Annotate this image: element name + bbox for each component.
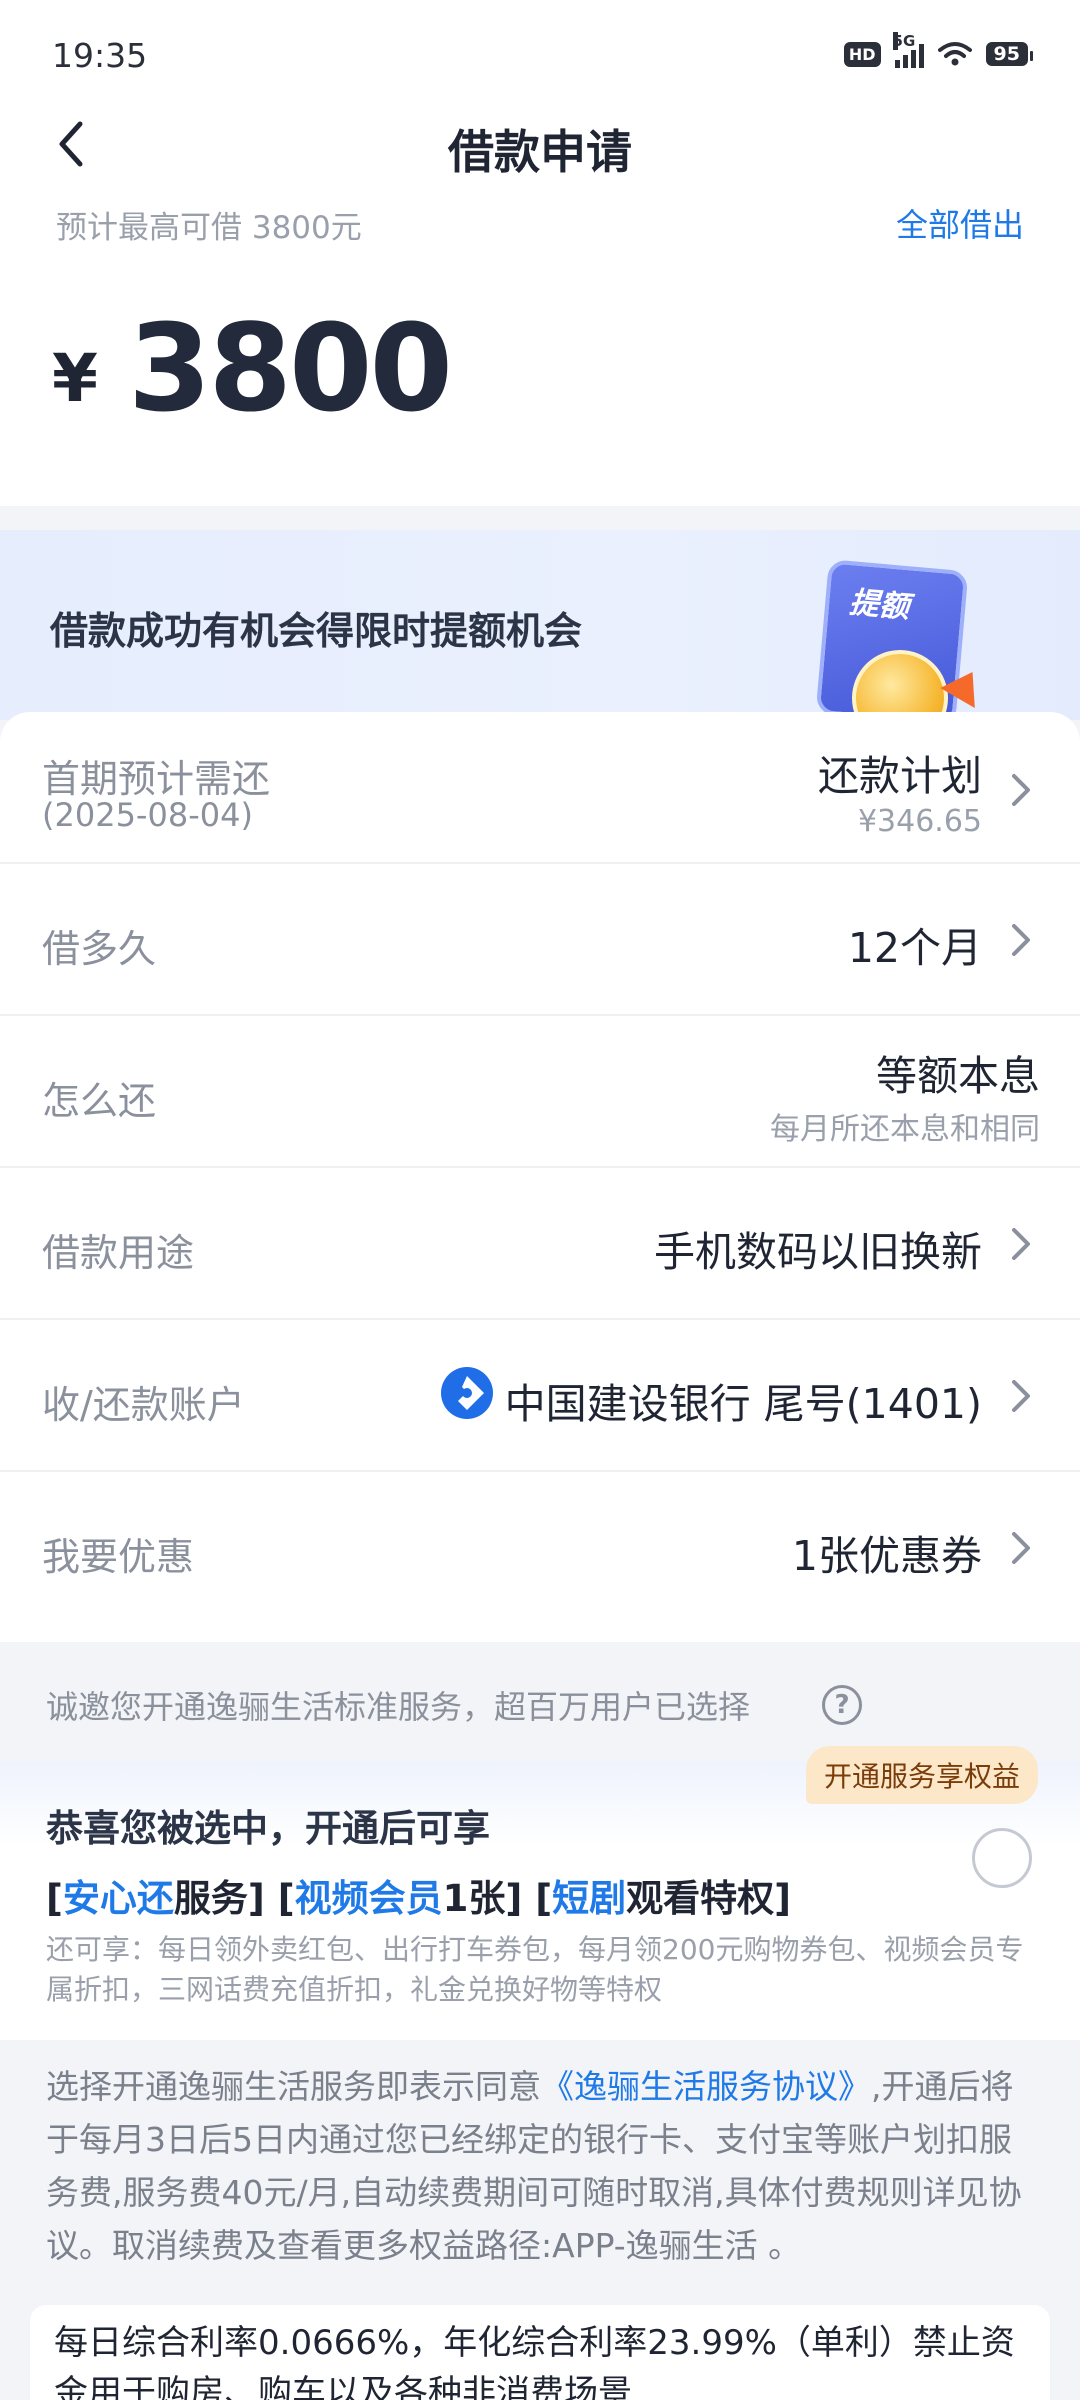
wifi-icon xyxy=(937,42,972,66)
service-invite-text: 诚邀您开通逸骊生活标准服务，超百万用户已选择 xyxy=(46,1688,751,1726)
network-type: 5G xyxy=(892,32,916,50)
chevron-right-icon xyxy=(1012,1228,1030,1260)
first-payment-amount: ¥346.65 xyxy=(857,804,982,839)
max-amount-hint: 预计最高可借 3800元 xyxy=(56,210,362,246)
first-payment-label: 首期预计需还 xyxy=(42,757,271,801)
bracket: [ xyxy=(535,1877,553,1920)
row-first-payment[interactable]: 首期预计需还 (2025-08-04) 还款计划 ¥346.65 xyxy=(0,712,1080,864)
method-label: 怎么还 xyxy=(42,1079,157,1123)
row-purpose[interactable]: 借款用途 手机数码以旧换新 xyxy=(0,1168,1080,1320)
header: 借款申请 预计最高可借 3800元 全部借出 ¥ 3800 xyxy=(0,110,1080,506)
signal-icon: 5G xyxy=(892,32,924,68)
account-value: 中国建设银行 尾号(1401) xyxy=(504,1380,982,1428)
row-method: 怎么还 等额本息 每月所还本息和相同 xyxy=(0,1016,1080,1168)
benefit-1-rest: 服务] xyxy=(173,1877,265,1920)
borrow-all-link[interactable]: 全部借出 xyxy=(896,200,1024,246)
coupon-value: 1张优惠券 xyxy=(791,1532,982,1580)
repayment-plan-link[interactable]: 还款计划 xyxy=(818,742,982,802)
method-value: 等额本息 xyxy=(876,1052,1040,1100)
battery-icon: 95 xyxy=(985,42,1034,66)
benefit-3-rest: 观看特权] xyxy=(626,1877,792,1920)
promo-card-label: 提额 xyxy=(847,585,911,626)
purpose-value: 手机数码以旧换新 xyxy=(654,1228,982,1276)
service-benefits: [安心还服务] [视频会员1张] [短剧观看特权] xyxy=(46,1868,791,1922)
benefit-2-highlight: 视频会员 xyxy=(294,1877,443,1920)
status-time: 19:35 xyxy=(52,36,148,75)
agreement-pre: 选择开通逸骊生活服务即表示同意 xyxy=(46,2067,541,2106)
promo-banner[interactable]: 借款成功有机会得限时提额机会 提额 xyxy=(0,530,1080,746)
service-description: 还可享：每日领外卖红包、出行打车券包，每月领200元购物券包、视频会员专属折扣，… xyxy=(46,1933,1024,2006)
agreement-text: 选择开通逸骊生活服务即表示同意《逸骊生活服务协议》,开通后将于每月3日后5日内通… xyxy=(46,2060,1042,2272)
loan-amount-input[interactable]: 3800 xyxy=(128,300,453,439)
account-label: 收/还款账户 xyxy=(42,1383,245,1427)
status-bar: 19:35 HD 5G 95 xyxy=(0,0,1080,110)
coupon-label: 我要优惠 xyxy=(42,1535,195,1579)
page-title: 借款申请 xyxy=(448,125,632,179)
chevron-right-icon xyxy=(1012,1380,1030,1412)
currency-symbol: ¥ xyxy=(52,340,98,417)
status-icons: HD 5G 95 xyxy=(843,32,1034,68)
first-payment-date: (2025-08-04) xyxy=(42,796,253,834)
chevron-right-icon xyxy=(1012,1532,1030,1564)
bracket: [ xyxy=(46,1877,63,1920)
promo-text: 借款成功有机会得限时提额机会 xyxy=(50,609,583,653)
service-benefit-tag: 开通服务享权益 xyxy=(805,1746,1038,1804)
row-account[interactable]: 收/还款账户 中国建设银行 尾号(1401) xyxy=(0,1320,1080,1472)
benefit-3-highlight: 短剧 xyxy=(552,1877,627,1920)
row-coupon[interactable]: 我要优惠 1张优惠券 xyxy=(0,1472,1080,1624)
ccb-bank-icon xyxy=(441,1367,493,1419)
help-icon[interactable]: ? xyxy=(822,1685,862,1725)
service-agreement-link[interactable]: 《逸骊生活服务协议》 xyxy=(541,2067,871,2106)
row-term[interactable]: 借多久 12个月 xyxy=(0,864,1080,1016)
term-value: 12个月 xyxy=(847,924,982,972)
chevron-right-icon xyxy=(1012,774,1030,806)
loan-detail-card: 首期预计需还 (2025-08-04) 还款计划 ¥346.65 借多久 12个… xyxy=(0,712,1080,1642)
hd-icon: HD xyxy=(843,41,881,67)
purpose-label: 借款用途 xyxy=(42,1231,195,1275)
benefit-2-rest: 1张] xyxy=(442,1877,523,1920)
rate-notice: 每日综合利率0.0666%，年化综合利率23.99%（单利）禁止资金用于购房、购… xyxy=(54,2323,1015,2400)
term-label: 借多久 xyxy=(42,927,157,971)
chevron-right-icon xyxy=(1012,924,1030,956)
method-note: 每月所还本息和相同 xyxy=(770,1112,1040,1147)
service-opt-in-radio[interactable] xyxy=(972,1828,1032,1888)
bracket: [ xyxy=(277,1877,295,1920)
benefit-1-highlight: 安心还 xyxy=(62,1877,174,1920)
service-title: 恭喜您被选中，开通后可享 xyxy=(46,1807,490,1850)
